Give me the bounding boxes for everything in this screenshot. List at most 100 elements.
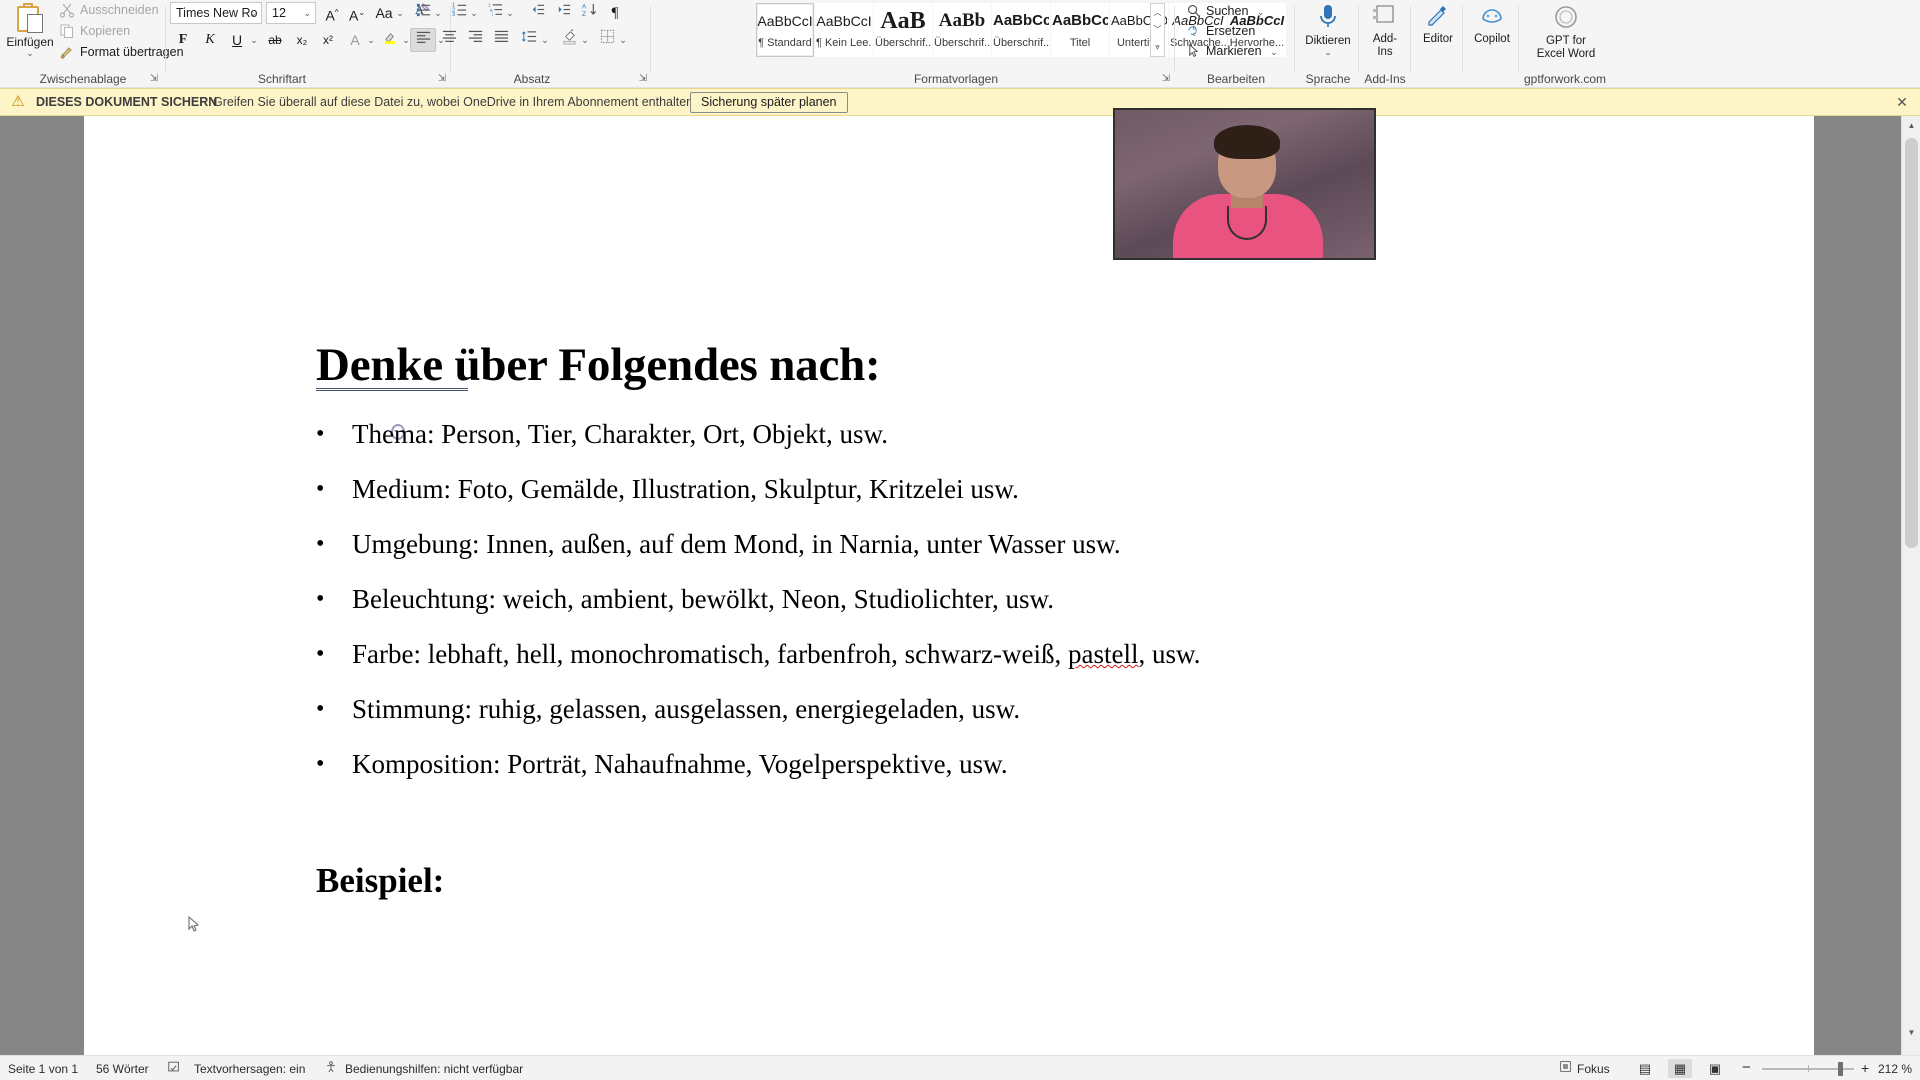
strikethrough-button[interactable]: ab bbox=[262, 28, 288, 52]
chevron-down-icon[interactable]: ⌄ bbox=[579, 28, 591, 52]
style-name: Titel bbox=[1069, 37, 1091, 49]
select-button[interactable]: Markieren ⌄ bbox=[1186, 41, 1278, 61]
chevron-down-icon[interactable]: ⌄ bbox=[468, 1, 480, 25]
zoom-level[interactable]: 212 % bbox=[1878, 1061, 1912, 1077]
chevron-down-icon[interactable]: ⌄ bbox=[1257, 7, 1265, 17]
chevron-down-icon[interactable]: ⌄ bbox=[504, 1, 516, 25]
align-left-button[interactable] bbox=[410, 28, 436, 52]
accessibility-icon[interactable] bbox=[323, 1060, 339, 1076]
align-right-button[interactable] bbox=[462, 28, 488, 52]
proofing-icon[interactable] bbox=[166, 1060, 182, 1076]
underline-button[interactable]: U bbox=[224, 28, 250, 52]
chevron-down-icon[interactable]: ⌄ bbox=[303, 3, 311, 23]
chevron-down-icon[interactable]: ⌄ bbox=[6, 49, 54, 58]
style-item-3[interactable]: AaBb Überschrif... bbox=[933, 3, 991, 57]
bullet-item[interactable]: • Medium: Foto, Gemälde, Illustration, Sk… bbox=[316, 469, 1516, 524]
webcam-overlay bbox=[1113, 108, 1376, 260]
copy-button[interactable]: Kopieren bbox=[58, 21, 130, 42]
ribbon-group-font: Times New Ro ⌄ 12 ⌄ A^ A⌄ Aa ⌄ A F K U ⌄… bbox=[166, 0, 451, 87]
style-item-5[interactable]: AaBbCc Titel bbox=[1051, 3, 1109, 57]
scrollbar-thumb[interactable] bbox=[1905, 138, 1918, 548]
bullet-item[interactable]: • Komposition: Porträt, Nahaufnahme, Voge… bbox=[316, 744, 1516, 799]
formatting-marks-button[interactable]: ¶ bbox=[602, 1, 628, 25]
cut-button[interactable]: Ausschneiden bbox=[58, 0, 159, 21]
styles-gallery-scrollbar[interactable]: ︿ ﹀ ⩔ bbox=[1150, 3, 1165, 57]
justify-button[interactable] bbox=[488, 28, 514, 52]
gpt-for-excel-word-button[interactable]: GPT for Excel Word bbox=[1532, 2, 1600, 61]
read-mode-button[interactable]: ▤ bbox=[1633, 1059, 1657, 1078]
styles-dialog-launcher[interactable]: ⇲ bbox=[1160, 73, 1172, 85]
chevron-down-icon[interactable]: ⌄ bbox=[1270, 47, 1278, 57]
scroll-down-button[interactable]: ▼ bbox=[1902, 1023, 1920, 1042]
font-family-input[interactable]: Times New Ro ⌄ bbox=[170, 2, 262, 24]
chevron-down-icon[interactable]: ⌄ bbox=[248, 28, 260, 52]
italic-button[interactable]: K bbox=[197, 28, 223, 52]
decrease-indent-button[interactable] bbox=[524, 1, 550, 25]
style-item-0[interactable]: AaBbCcI ¶ Standard bbox=[756, 3, 814, 57]
style-item-2[interactable]: AaB Überschrif... bbox=[874, 3, 932, 57]
style-item-1[interactable]: AaBbCcI ¶ Kein Lee... bbox=[815, 3, 873, 57]
web-layout-button[interactable]: ▣ bbox=[1703, 1059, 1727, 1078]
bullet-text-pre: Medium: Foto, Gemälde, Illustration, Sku… bbox=[352, 474, 1019, 504]
schedule-backup-button[interactable]: Sicherung später planen bbox=[690, 92, 848, 113]
page-right-gutter bbox=[1814, 116, 1901, 1061]
focus-label[interactable]: Fokus bbox=[1577, 1061, 1610, 1077]
scroll-up-button[interactable]: ▲ bbox=[1902, 116, 1920, 135]
paragraph-dialog-launcher[interactable]: ⇲ bbox=[637, 73, 649, 85]
close-icon[interactable]: ✕ bbox=[1894, 94, 1910, 110]
shrink-font-button[interactable]: A⌄ bbox=[344, 1, 370, 25]
chevron-down-icon[interactable]: ⌄ bbox=[365, 28, 377, 52]
bold-button[interactable]: F bbox=[170, 28, 196, 52]
chevron-down-icon[interactable]: ⌄ bbox=[432, 1, 444, 25]
bullet-item[interactable]: • Beleuchtung: weich, ambient, bewölkt, N… bbox=[316, 579, 1516, 634]
chevron-down-icon[interactable]: ⌄ bbox=[617, 28, 629, 52]
replace-button[interactable]: bc Ersetzen bbox=[1186, 21, 1255, 41]
group-label-editing: Bearbeiten bbox=[1206, 72, 1266, 86]
bullet-list[interactable]: • Thema: Person, Tier, Charakter, Ort, Ob… bbox=[316, 414, 1516, 799]
text-predictions-status[interactable]: Textvorhersagen: ein bbox=[194, 1061, 305, 1077]
dictate-button[interactable]: Diktieren ⌄ bbox=[1302, 2, 1354, 57]
chevron-down-icon[interactable]: ⌄ bbox=[394, 1, 406, 25]
style-preview: AaB bbox=[880, 8, 926, 34]
find-button[interactable]: Suchen ⌄ bbox=[1186, 1, 1264, 21]
bullet-item[interactable]: • Farbe: lebhaft, hell, monochromatisch, … bbox=[316, 634, 1516, 689]
sort-button[interactable]: AZ bbox=[576, 1, 602, 25]
addins-button[interactable]: Add- Ins bbox=[1359, 2, 1411, 59]
chevron-down-icon[interactable]: ⌄ bbox=[249, 3, 257, 23]
print-layout-button[interactable]: ▦ bbox=[1668, 1059, 1692, 1078]
chevron-down-icon[interactable]: ⌄ bbox=[539, 28, 551, 52]
word-count[interactable]: 56 Wörter bbox=[96, 1061, 149, 1077]
document-page[interactable]: Denke über Folgendes nach: • Thema: Perso… bbox=[84, 116, 1814, 1061]
bullet-text: Medium: Foto, Gemälde, Illustration, Sku… bbox=[352, 469, 1019, 509]
warning-icon: ⚠ bbox=[11, 93, 25, 110]
change-case-label: Aa bbox=[375, 5, 393, 21]
page-info[interactable]: Seite 1 von 1 bbox=[8, 1061, 78, 1077]
styles-more-button[interactable]: ⩔ bbox=[1151, 38, 1164, 55]
accessibility-status[interactable]: Bedienungshilfen: nicht verfügbar bbox=[345, 1061, 523, 1077]
misspelled-word[interactable]: pastell bbox=[1068, 639, 1138, 669]
bullet-item[interactable]: • Thema: Person, Tier, Charakter, Ort, Ob… bbox=[316, 414, 1516, 469]
styles-scroll-down[interactable]: ﹀ bbox=[1151, 21, 1164, 38]
copilot-button[interactable]: Copilot bbox=[1466, 2, 1518, 46]
font-size-input[interactable]: 12 ⌄ bbox=[266, 2, 316, 24]
zoom-in-button[interactable]: + bbox=[1861, 1061, 1869, 1077]
increase-indent-button[interactable] bbox=[550, 1, 576, 25]
paste-button[interactable]: Einfügen ⌄ bbox=[6, 2, 54, 64]
gpt-label-line2: Excel Word bbox=[1536, 48, 1596, 60]
styles-scroll-up[interactable]: ︿ bbox=[1151, 4, 1164, 21]
editor-button[interactable]: Editor bbox=[1412, 2, 1464, 46]
zoom-slider-handle[interactable] bbox=[1838, 1062, 1843, 1076]
ribbon-group-addins: Add- Ins Add-Ins bbox=[1358, 0, 1412, 87]
focus-icon[interactable] bbox=[1557, 1060, 1573, 1076]
vertical-scrollbar[interactable]: ▲ ▼ bbox=[1901, 116, 1920, 1061]
chevron-down-icon[interactable]: ⌄ bbox=[1302, 48, 1354, 57]
zoom-slider-midpoint bbox=[1808, 1065, 1809, 1072]
bullet-item[interactable]: • Umgebung: Innen, außen, auf dem Mond, i… bbox=[316, 524, 1516, 579]
bullet-item[interactable]: • Stimmung: ruhig, gelassen, ausgelassen,… bbox=[316, 689, 1516, 744]
superscript-button[interactable]: x² bbox=[315, 28, 341, 52]
zoom-out-button[interactable]: − bbox=[1742, 1060, 1751, 1077]
align-center-button[interactable] bbox=[436, 28, 462, 52]
style-item-4[interactable]: AaBbCc Überschrif... bbox=[992, 3, 1050, 57]
subscript-button[interactable]: x₂ bbox=[289, 28, 315, 52]
grow-font-button[interactable]: A^ bbox=[319, 1, 345, 25]
